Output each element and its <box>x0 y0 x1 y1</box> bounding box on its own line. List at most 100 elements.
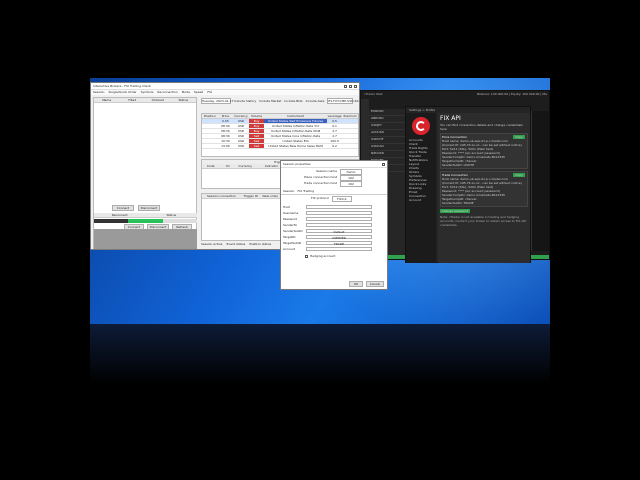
col-code[interactable]: Code <box>202 164 219 168</box>
col-trigger-id[interactable]: Trigger ID <box>241 194 261 198</box>
connect-button[interactable]: Connect <box>112 205 134 211</box>
tab-fix-trading[interactable]: FIX Trading <box>297 189 314 193</box>
cell-currency: USD <box>237 144 245 148</box>
cell-volume: Sell <box>248 144 265 148</box>
cell-instrument: United States EIA <box>282 139 309 143</box>
cell-premium <box>342 144 358 148</box>
col-status[interactable]: Status <box>171 98 197 102</box>
symbol-row[interactable]: GBPUSD <box>369 116 409 123</box>
menu-fix[interactable]: FIX <box>207 90 212 95</box>
hedging-row[interactable]: Hedging account <box>281 253 387 259</box>
form-input[interactable]: CSERVER <box>306 235 372 240</box>
ctrader-chart-area <box>531 111 549 251</box>
cell-position <box>202 129 218 133</box>
symbol-row[interactable]: EURUSD <box>369 109 409 116</box>
col-session-connection[interactable]: Session connection <box>202 194 241 198</box>
reconnect-header: Reconnect Status <box>94 213 197 218</box>
session-panel: Session connection Trigger ID New order <box>201 193 281 241</box>
symbol-row[interactable]: AUDUSD <box>369 130 409 137</box>
check-history[interactable]: Include history <box>234 99 256 103</box>
col-trig-currency[interactable]: Currency <box>237 164 254 168</box>
col-name[interactable]: Name <box>94 98 120 102</box>
disconnect-button[interactable]: Disconnect <box>138 205 160 211</box>
change-password-button[interactable]: Change password <box>440 209 470 213</box>
menu-reconnection[interactable]: Reconnection <box>157 90 177 95</box>
field-input[interactable]: 192 <box>340 181 362 187</box>
hedging-checkbox[interactable] <box>305 254 308 258</box>
dialog-tabs: Session FIX Trading <box>281 188 387 195</box>
cell-price: 10:30 <box>221 139 230 143</box>
check-market[interactable]: Include Market <box>259 99 281 103</box>
menu-mode[interactable]: Mode <box>182 90 190 95</box>
col-instrument[interactable]: Instrument <box>264 114 326 118</box>
date-picker[interactable]: Tuesday, 2023-01-17 <box>201 98 234 104</box>
settings-menu: Accounts Client Trade Rights Quick Trade Tra… <box>406 138 436 202</box>
form-input[interactable] <box>306 247 372 251</box>
col-new-order[interactable]: New order <box>261 194 281 198</box>
col-price[interactable]: Price <box>218 114 234 118</box>
cell-price: 13:00 <box>221 144 230 148</box>
form-input[interactable] <box>306 205 372 209</box>
dialog-title: Session properties <box>283 162 311 166</box>
close-icon[interactable] <box>354 84 357 88</box>
form-input[interactable]: Default <box>306 229 372 234</box>
cell-position <box>202 139 218 143</box>
cancel-button[interactable]: Cancel <box>366 281 384 287</box>
col-currency[interactable]: Currency <box>233 114 249 118</box>
col-id[interactable]: ID <box>219 164 236 168</box>
cell-volume: Sell <box>248 134 265 138</box>
trade-window-titlebar[interactable]: Interactive Brokers - FIX Trading Client <box>91 83 359 90</box>
menu-session[interactable]: Session <box>93 90 104 95</box>
filter-bar: Tuesday, 2023-01-17 Include history Incl… <box>201 98 359 104</box>
symbol-row[interactable]: USDCHF <box>369 137 409 144</box>
form-input[interactable]: TRADE <box>306 241 372 246</box>
settings-menu-item[interactable]: Account <box>406 198 436 202</box>
cell-premium <box>342 119 358 123</box>
form-label: Account <box>283 247 296 251</box>
check-bids[interactable]: Include Bids <box>284 99 302 103</box>
form-label: TargetID <box>283 235 296 239</box>
form-input[interactable] <box>306 211 372 215</box>
settings-heading: FIX API <box>440 115 461 122</box>
col-volume[interactable]: Volume <box>249 114 265 118</box>
form-label: SenderID <box>283 223 297 227</box>
minimize-icon[interactable] <box>344 84 347 88</box>
cell-leverage: 2.7 <box>332 129 337 133</box>
menu-symbols[interactable]: Symbols <box>141 90 154 95</box>
check-asks[interactable]: Include Asks <box>306 99 325 103</box>
dialog-form: Host Username Password SenderID SenderSubID D… <box>281 203 387 253</box>
form-input[interactable] <box>306 223 372 227</box>
settings-intro: You can find connection details and chan… <box>440 123 523 131</box>
maximize-icon[interactable] <box>349 84 352 88</box>
menu-speed[interactable]: Speed <box>194 90 203 95</box>
event-row[interactable]: 13:00 USD Sell United States New Home Sales… <box>202 144 358 149</box>
dialog-titlebar[interactable]: Session properties <box>281 161 387 168</box>
copy-price-button[interactable]: Copy <box>513 135 525 139</box>
symbol-row[interactable]: USDCAD <box>369 144 409 151</box>
fix-protocol-select[interactable]: FIX4.4 <box>331 196 352 202</box>
form-input[interactable] <box>306 217 372 221</box>
col-reconnect-status[interactable]: Status <box>146 213 198 217</box>
menu-single-order[interactable]: Single/Quick Order <box>108 90 136 95</box>
dialog-close-icon[interactable] <box>382 162 385 166</box>
symbol-filter-input[interactable]: ES.FUT.CME.USD.202303 <box>327 98 359 104</box>
reconnect-row[interactable] <box>94 219 197 223</box>
col-position[interactable]: Position <box>202 114 218 118</box>
symbol-row[interactable]: NZDUSD <box>369 151 409 158</box>
symbol-row[interactable]: USDJPY <box>369 123 409 130</box>
window-title: Interactive Brokers - FIX Trading Client <box>93 84 151 88</box>
col-leverage[interactable]: Leverage <box>327 114 343 118</box>
status-session: Session active <box>201 242 223 246</box>
copy-trade-button[interactable]: Copy <box>513 173 525 177</box>
ok-button[interactable]: OK <box>349 281 363 287</box>
col-reconnect[interactable]: Reconnect <box>94 213 146 217</box>
col-ordered[interactable]: Ordered <box>145 98 171 102</box>
form-label: Username <box>283 211 299 215</box>
tab-session[interactable]: Session <box>283 189 294 193</box>
cell-instrument: United States New Home Sales MoM <box>268 144 323 148</box>
col-premium[interactable]: Premium <box>342 114 358 118</box>
cell-instrument: United States Inflation Rate YoY <box>271 124 320 128</box>
session-properties-dialog: Session properties Session name Demo Place… <box>280 160 388 290</box>
col-filled[interactable]: Filled <box>120 98 146 102</box>
field-label: Trade connection host <box>303 181 337 185</box>
